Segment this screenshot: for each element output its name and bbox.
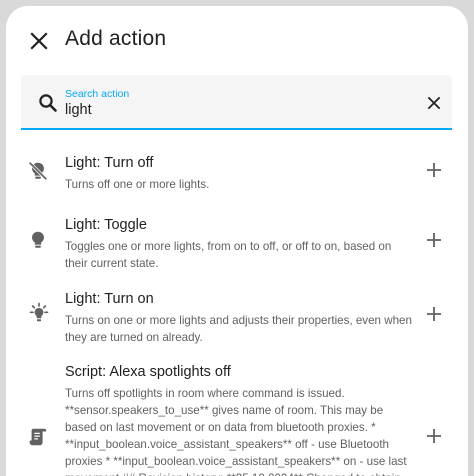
- plus-icon: [427, 163, 441, 177]
- item-description: Turns off one or more lights.: [65, 178, 210, 191]
- plus-icon: [427, 429, 441, 443]
- search-input[interactable]: [65, 100, 385, 120]
- search-label: Search action: [65, 88, 130, 100]
- clear-search-button[interactable]: [424, 93, 444, 113]
- close-icon: [30, 32, 48, 50]
- search-field[interactable]: Search action: [21, 75, 452, 130]
- item-name: Light: Turn on: [65, 291, 154, 307]
- item-description: Toggles one or more lights, from on to o…: [65, 240, 392, 270]
- add-action-dialog: Add action Search action light Light: Tu…: [6, 6, 468, 476]
- dialog-header: Add action: [6, 6, 468, 74]
- item-name: Light: Turn off: [65, 155, 154, 171]
- script-text-icon: [27, 426, 51, 450]
- lightbulb-on-icon: [27, 302, 51, 326]
- item-name: Light: Toggle: [65, 217, 147, 233]
- item-description: Turns off spotlights in room where comma…: [65, 387, 407, 476]
- add-button[interactable]: [425, 161, 443, 179]
- clear-icon: [427, 96, 441, 110]
- close-button[interactable]: [26, 28, 52, 54]
- lightbulb-off-icon: [27, 160, 51, 184]
- item-description: Turns on one or more lights and adjusts …: [65, 314, 412, 344]
- add-button[interactable]: [425, 231, 443, 249]
- add-button[interactable]: [425, 305, 443, 323]
- plus-icon: [427, 307, 441, 321]
- search-icon: [38, 93, 58, 113]
- dialog-title: Add action: [65, 27, 167, 50]
- item-name: Script: Alexa spotlights off: [65, 364, 231, 380]
- lightbulb-icon: [27, 229, 51, 253]
- add-button[interactable]: [425, 427, 443, 445]
- plus-icon: [427, 233, 441, 247]
